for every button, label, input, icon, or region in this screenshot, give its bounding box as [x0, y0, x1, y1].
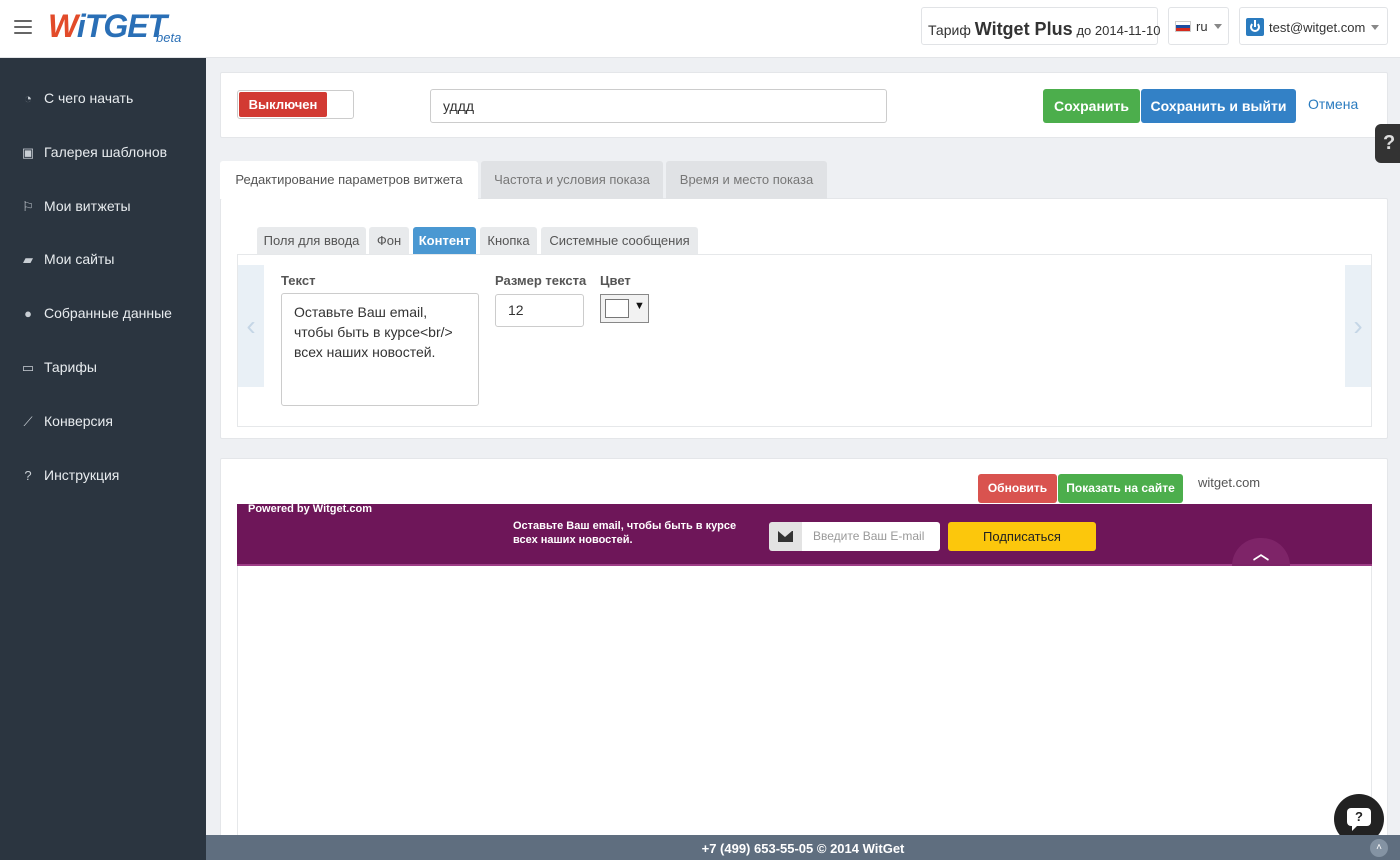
color-picker[interactable]: ▼ — [600, 294, 649, 323]
subtab-background[interactable]: Фон — [369, 227, 409, 254]
widget-preview-text: Оставьте Ваш email, чтобы быть в курсе в… — [513, 520, 737, 546]
powered-by-text[interactable]: Powered by Witget.com — [248, 503, 372, 515]
dropdown-arrow-icon: ▼ — [634, 300, 645, 312]
power-icon — [1246, 18, 1264, 36]
help-question-icon[interactable]: ? — [1375, 124, 1400, 163]
sidebar-item-label: Конверсия — [44, 413, 113, 429]
tab-widget-parameters[interactable]: Редактирование параметров витжета — [220, 161, 478, 199]
sidebar-item-label: Мои сайты — [44, 251, 115, 267]
user-menu[interactable]: test@witget.com — [1239, 7, 1388, 45]
caret-down-icon — [1371, 25, 1380, 30]
dashboard-icon: ◔ — [24, 91, 32, 106]
tab-frequency[interactable]: Частота и условия показа — [481, 161, 663, 199]
sidebar-item-gallery[interactable]: ▣ Галерея шаблонов — [0, 132, 206, 172]
text-size-label: Размер текста — [495, 273, 587, 288]
text-size-input[interactable]: 12 — [495, 294, 584, 327]
text-field-label: Текст — [281, 273, 316, 288]
show-on-site-button[interactable]: Показать на сайте — [1058, 474, 1183, 503]
envelope-icon — [769, 522, 802, 551]
sidebar-item-conversion[interactable]: ⟋ Конверсия — [0, 401, 206, 441]
refresh-button[interactable]: Обновить — [978, 474, 1057, 503]
widget-name-input[interactable] — [430, 89, 887, 123]
preview-frame — [237, 566, 1372, 836]
scroll-top-icon[interactable]: ˄ — [1370, 839, 1388, 857]
subtab-button[interactable]: Кнопка — [480, 227, 537, 254]
sidebar-item-label: Инструкция — [44, 467, 120, 483]
enabled-toggle[interactable]: Выключен — [237, 90, 354, 119]
tariff-plan: Witget Plus — [974, 19, 1073, 39]
sidebar-item-label: Галерея шаблонов — [44, 144, 168, 160]
chevron-left-icon[interactable]: ‹ — [238, 265, 264, 387]
question-icon: ? — [24, 468, 32, 483]
logo-letter: W — [48, 8, 78, 44]
menu-toggle-icon[interactable] — [14, 20, 32, 34]
tariff-prefix: Тариф — [928, 22, 971, 38]
folder-icon: ▰ — [23, 252, 33, 267]
flag-icon: ⚐ — [22, 199, 34, 214]
flag-ru-icon — [1175, 21, 1191, 32]
save-and-exit-button[interactable]: Сохранить и выйти — [1141, 89, 1296, 123]
line-chart-icon: ⟋ — [23, 414, 33, 429]
sidebar-item-label: Собранные данные — [44, 305, 172, 321]
tariff-expiry: до 2014-11-10 — [1076, 23, 1161, 38]
sidebar-item-my-sites[interactable]: ▰ Мои сайты — [0, 239, 206, 279]
cancel-link[interactable]: Отмена — [1308, 96, 1358, 112]
logo-beta: beta — [156, 30, 182, 45]
language-label: ru — [1196, 19, 1208, 34]
sidebar-item-instructions[interactable]: ? Инструкция — [0, 455, 206, 495]
subtab-input-fields[interactable]: Поля для ввода — [257, 227, 366, 254]
logo[interactable]: WiTGET beta — [48, 8, 181, 48]
preview-site-domain[interactable]: witget.com — [1198, 475, 1260, 490]
subscribe-button[interactable]: Подписаться — [948, 522, 1096, 551]
widget-email-input[interactable]: Введите Ваш E-mail — [802, 522, 940, 551]
toggle-state-label: Выключен — [239, 92, 327, 117]
sidebar-item-my-widgets[interactable]: ⚐ Мои витжеты — [0, 186, 206, 226]
save-button[interactable]: Сохранить — [1043, 89, 1140, 123]
sidebar: ◔ С чего начать ▣ Галерея шаблонов ⚐ Мои ви… — [0, 58, 206, 860]
chevron-right-icon[interactable]: › — [1345, 265, 1371, 387]
money-icon: ▭ — [21, 360, 35, 375]
tariff-info[interactable]: Тариф Witget Plus до 2014-11-10 — [921, 7, 1161, 45]
footer: +7 (499) 653-55-05 © 2014 WitGet — [206, 835, 1400, 860]
subtab-system-messages[interactable]: Системные сообщения — [541, 227, 698, 254]
picture-icon: ▣ — [21, 145, 35, 160]
sidebar-item-tariffs[interactable]: ▭ Тарифы — [0, 347, 206, 387]
user-email: test@witget.com — [1269, 20, 1366, 35]
tab-time-place[interactable]: Время и место показа — [666, 161, 827, 199]
content-text-area[interactable]: Оставьте Ваш email, чтобы быть в курсе<b… — [281, 293, 479, 406]
caret-down-icon — [1213, 24, 1222, 29]
color-label: Цвет — [600, 273, 631, 288]
language-select[interactable]: ru — [1168, 7, 1229, 45]
sidebar-item-label: Мои витжеты — [44, 198, 131, 214]
sidebar-item-getting-started[interactable]: ◔ С чего начать — [0, 78, 206, 118]
sidebar-item-label: Тарифы — [44, 359, 97, 375]
sidebar-item-label: С чего начать — [44, 90, 134, 106]
user-icon: ● — [24, 306, 32, 321]
logo-text: iTGET — [76, 8, 167, 44]
top-header: WiTGET beta Тариф Witget Plus до 2014-11… — [0, 0, 1400, 58]
color-swatch — [605, 299, 629, 318]
subtab-content[interactable]: Контент — [413, 227, 476, 254]
sidebar-item-collected-data[interactable]: ● Собранные данные — [0, 293, 206, 333]
